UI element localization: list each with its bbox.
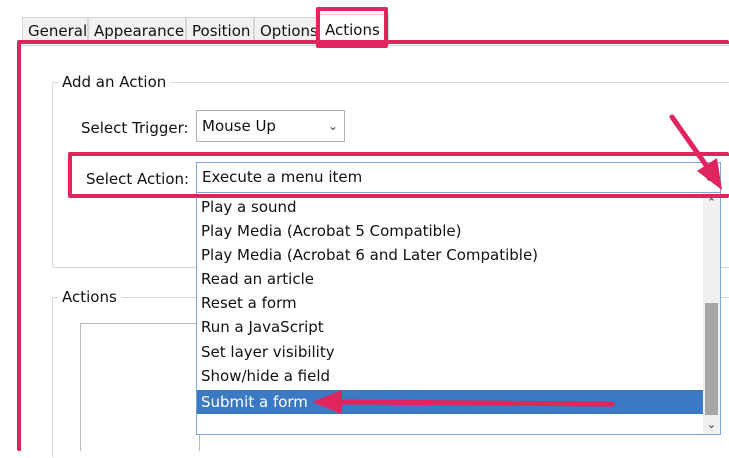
annotation-arrows [312, 114, 722, 414]
arrow-to-dropdown-icon [669, 114, 722, 190]
arrow-to-submit-icon [312, 390, 615, 414]
